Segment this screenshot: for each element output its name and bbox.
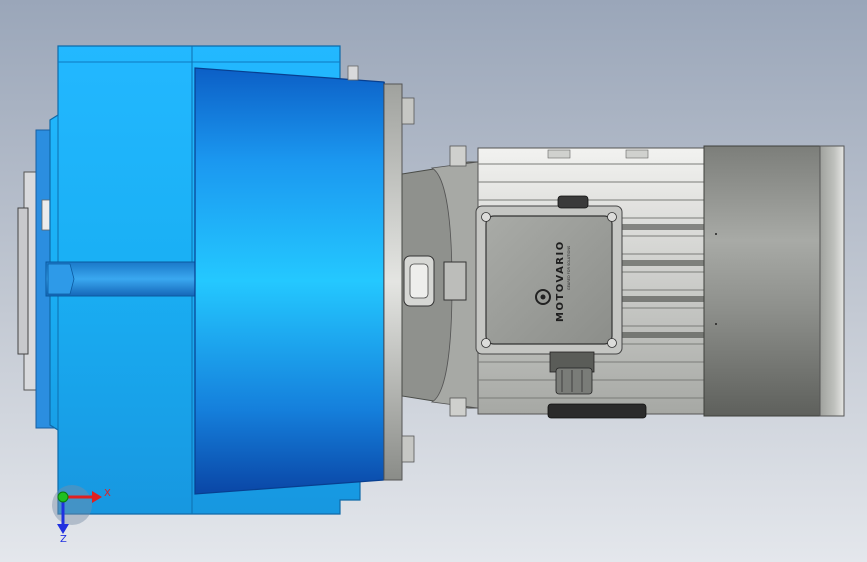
gearbox-bell-cover [194, 67, 392, 495]
cowl-mark-2 [715, 323, 717, 325]
lid-screw-tl [481, 212, 491, 222]
shaft-keyway [47, 263, 75, 295]
stator-lug-2 [625, 149, 649, 159]
fan-cowl-end [819, 145, 845, 417]
flange-tab-bottom [449, 397, 467, 417]
terminal-box-lid [485, 215, 613, 345]
cable-gland-top [557, 195, 589, 209]
fan-cowl [703, 145, 823, 417]
top-lug [347, 65, 359, 81]
brand-name: MOTOVARIO [555, 240, 566, 322]
coupling-nut-inner [409, 263, 429, 299]
input-adapter [383, 83, 403, 481]
hub-bore [41, 199, 51, 231]
lid-screw-br [607, 338, 617, 348]
adapter-bolt-top [401, 97, 415, 125]
adapter-bolt-bottom [401, 435, 415, 463]
y-axis-origin [57, 491, 69, 503]
cable-gland-nut [555, 367, 593, 395]
z-axis-label: Z [60, 534, 67, 545]
cowl-mark-1 [715, 233, 717, 235]
electric-motor[interactable]: MOTOVARIO GEARED FOR SOLUTIONS [401, 145, 845, 419]
flange-tab-top [449, 145, 467, 167]
nameplate [547, 403, 647, 419]
cad-viewport[interactable]: MOTOVARIO GEARED FOR SOLUTIONS X Z [0, 0, 867, 562]
brand-tagline: GEARED FOR SOLUTIONS [567, 245, 571, 290]
flange-bracket [443, 261, 467, 301]
lid-screw-bl [481, 338, 491, 348]
lid-screw-tr [607, 212, 617, 222]
x-axis-label: X [104, 488, 111, 499]
gearbox[interactable] [17, 45, 415, 515]
output-hub [17, 207, 29, 355]
triad-shadow [52, 485, 92, 525]
stator-lug-1 [547, 149, 571, 159]
z-axis-arrow [57, 524, 69, 534]
